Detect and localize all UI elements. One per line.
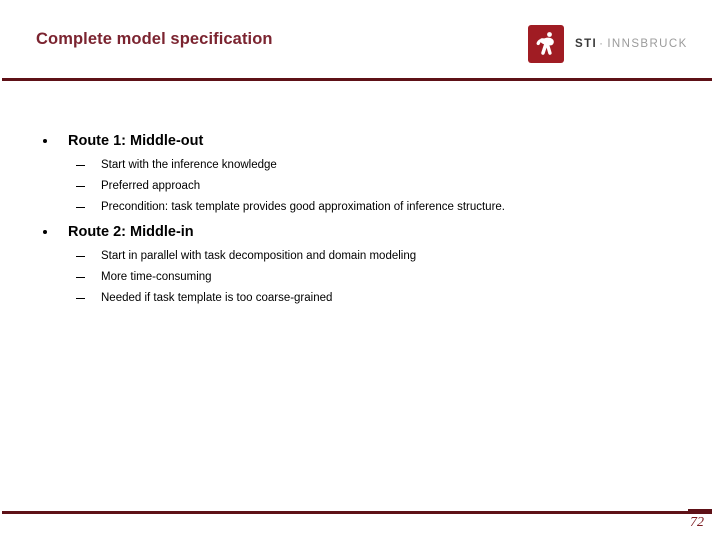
logo-location: INNSBRUCK bbox=[607, 38, 688, 50]
sub-bullet-item: Preferred approach bbox=[0, 176, 720, 197]
bullet-heading: Route 1: Middle-out bbox=[0, 131, 720, 155]
dash-icon bbox=[76, 256, 85, 257]
sub-bullet-item: Start with the inference knowledge bbox=[0, 155, 720, 176]
logo-wordmark: STI · INNSBRUCK bbox=[575, 38, 688, 50]
dash-icon bbox=[76, 277, 85, 278]
sub-bullet-label: Preferred approach bbox=[101, 180, 201, 192]
page-title: Complete model specification bbox=[36, 30, 273, 48]
bullet-heading-label: Route 1: Middle-out bbox=[68, 133, 204, 149]
sub-bullet-label: More time-consuming bbox=[101, 271, 212, 283]
sub-bullet-item: More time-consuming bbox=[0, 267, 720, 288]
footer-divider-accent bbox=[688, 509, 712, 512]
logo-brand: STI bbox=[575, 38, 598, 50]
bullet-heading-label: Route 2: Middle-in bbox=[68, 224, 194, 240]
dash-icon bbox=[76, 207, 85, 208]
sub-bullet-label: Needed if task template is too coarse-gr… bbox=[101, 292, 333, 304]
sub-bullet-item: Precondition: task template provides goo… bbox=[0, 197, 720, 218]
sti-figure-icon bbox=[528, 25, 564, 63]
bullet-heading: Route 2: Middle-in bbox=[0, 222, 720, 246]
bullet-group-route-2: Route 2: Middle-in Start in parallel wit… bbox=[0, 222, 720, 309]
logo-separator: · bbox=[599, 38, 605, 50]
sub-bullet-item: Needed if task template is too coarse-gr… bbox=[0, 288, 720, 309]
sub-bullet-label: Start in parallel with task decompositio… bbox=[101, 250, 417, 262]
bullet-dot-icon bbox=[43, 139, 47, 143]
dash-icon bbox=[76, 165, 85, 166]
header-divider bbox=[2, 78, 712, 81]
footer-divider bbox=[2, 511, 712, 514]
page-number: 72 bbox=[690, 515, 704, 530]
sub-bullet-item: Start in parallel with task decompositio… bbox=[0, 246, 720, 267]
sti-innsbruck-logo: STI · INNSBRUCK bbox=[528, 25, 688, 63]
sub-bullet-label: Precondition: task template provides goo… bbox=[101, 201, 505, 213]
bullet-group-route-1: Route 1: Middle-out Start with the infer… bbox=[0, 131, 720, 218]
slide-canvas: Complete model specification STI · INNSB… bbox=[0, 0, 720, 540]
bullet-dot-icon bbox=[43, 230, 47, 234]
dash-icon bbox=[76, 186, 85, 187]
sub-bullet-label: Start with the inference knowledge bbox=[101, 159, 277, 171]
dash-icon bbox=[76, 298, 85, 299]
